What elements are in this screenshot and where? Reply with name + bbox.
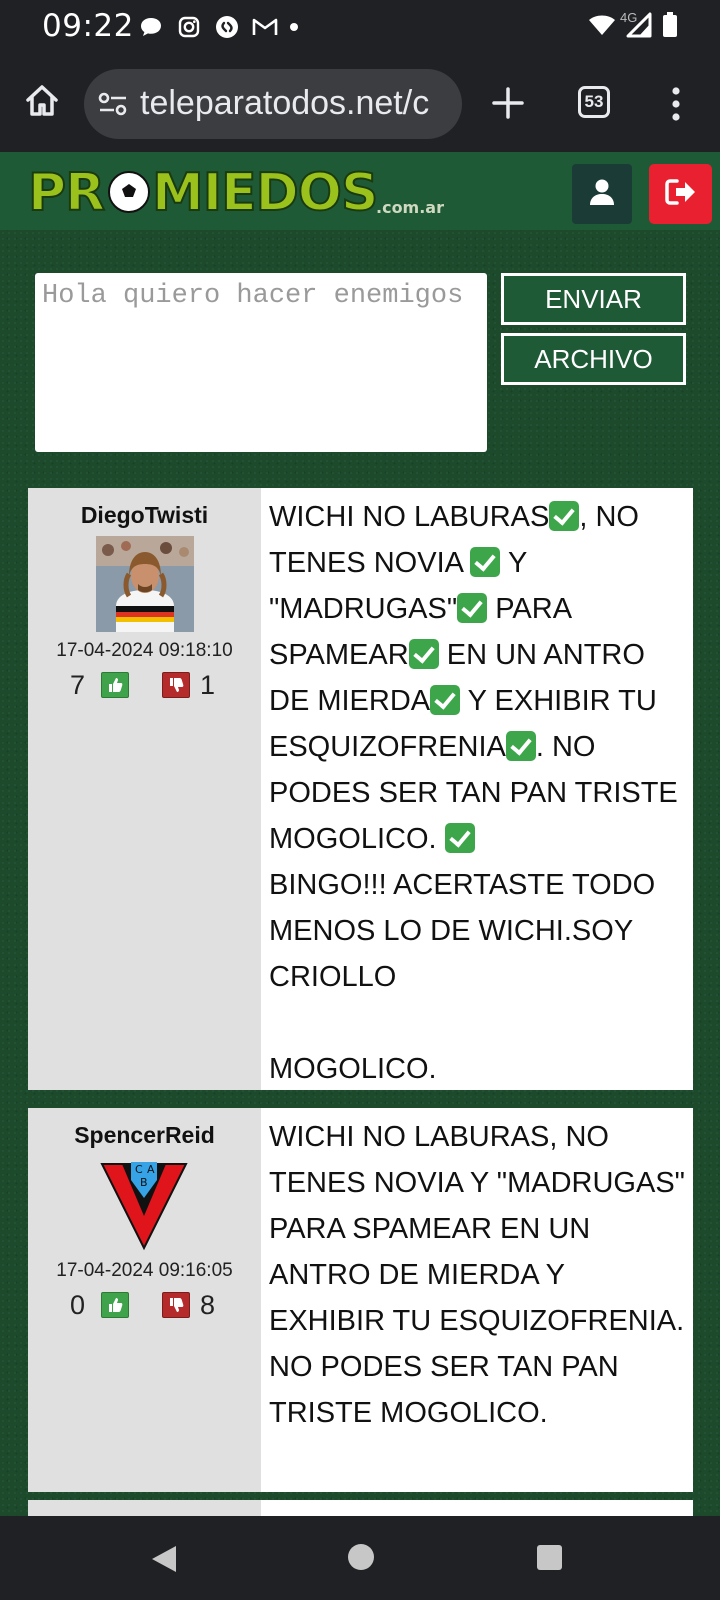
thumbs-down-icon[interactable] [162, 1292, 190, 1318]
check-mark-icon [430, 685, 461, 715]
cab-shield-avatar[interactable]: C A B [98, 1156, 190, 1252]
check-mark-icon [505, 731, 536, 761]
tab-switcher-button[interactable]: 53 [578, 86, 610, 118]
post-username[interactable]: DiegoTwisti [28, 502, 261, 529]
instagram-icon [176, 14, 202, 40]
logout-button[interactable] [649, 164, 712, 224]
user-icon [588, 178, 616, 211]
svg-text:PR: PR [28, 163, 104, 222]
new-tab-icon[interactable] [488, 83, 528, 123]
thumbs-up-icon[interactable] [101, 1292, 129, 1318]
status-bar: 09:22 4G [0, 0, 720, 56]
post-timestamp: 17-04-2024 09:16:05 [56, 1260, 233, 1281]
site-header: PR MIEDOS .com.ar [0, 152, 720, 232]
player-photo-avatar[interactable] [96, 536, 194, 632]
send-button[interactable]: ENVIAR [501, 273, 686, 325]
dislike-count: 1 [200, 670, 216, 700]
post-message [261, 1500, 693, 1516]
dislike-count: 8 [200, 1290, 216, 1320]
network-type-label: 4G [620, 10, 638, 25]
clock: 09:22 [42, 8, 134, 44]
logout-icon [664, 178, 697, 211]
post-username[interactable]: SpencerReid [28, 1122, 261, 1149]
check-mark-icon [470, 547, 501, 577]
post-text: BINGO!!! ACERTASTE TODO MENOS LO DE WICH… [269, 869, 656, 1085]
check-mark-icon [457, 593, 488, 623]
post-message: WICHI NO LABURAS, NO TENES NOVIA Y "MADR… [261, 488, 693, 1090]
chat-post: SpencerReid C A B 17-04-2024 09:16:05 0 … [28, 1108, 693, 1492]
check-mark-icon [444, 823, 475, 853]
address-bar[interactable]: teleparatodos.net/c [84, 69, 462, 139]
home-icon[interactable] [22, 81, 62, 121]
svg-text:MIEDOS: MIEDOS [152, 163, 377, 222]
browser-toolbar: teleparatodos.net/c 53 [0, 56, 720, 152]
shazam-icon [214, 14, 240, 40]
signal-icon: 4G [620, 10, 652, 43]
user-account-button[interactable] [572, 164, 632, 224]
chat-area: ENVIAR ARCHIVO DiegoTwisti 17-04-2024 09… [0, 230, 720, 1516]
shield-letter: A [147, 1163, 155, 1176]
message-bubble-icon [138, 14, 164, 40]
recent-apps-icon[interactable] [537, 1545, 562, 1570]
like-count: 0 [70, 1290, 86, 1320]
check-mark-icon [408, 639, 439, 669]
home-circle-icon[interactable] [348, 1544, 374, 1570]
post-author-panel [28, 1500, 261, 1516]
chat-post: DiegoTwisti 17-04-2024 09:18:10 7 1 WICH… [28, 488, 693, 1090]
message-input[interactable] [35, 273, 487, 452]
chat-post [28, 1500, 693, 1516]
system-navigation-bar [0, 1516, 720, 1600]
thumbs-up-icon[interactable] [101, 672, 129, 698]
url-text[interactable]: teleparatodos.net/c [140, 84, 429, 123]
overflow-menu-icon[interactable] [666, 86, 686, 122]
promiedos-logo[interactable]: PR MIEDOS .com.ar [26, 160, 446, 224]
site-settings-icon[interactable] [98, 91, 128, 117]
gmail-icon [252, 14, 278, 40]
post-timestamp: 17-04-2024 09:18:10 [56, 640, 233, 661]
post-author-panel: SpencerReid C A B 17-04-2024 09:16:05 0 … [28, 1108, 261, 1492]
post-author-panel: DiegoTwisti 17-04-2024 09:18:10 7 1 [28, 488, 261, 1090]
thumbs-down-icon[interactable] [162, 672, 190, 698]
system-icons: 4G [588, 10, 678, 43]
dot-icon [290, 23, 298, 31]
back-icon[interactable] [150, 1544, 178, 1579]
post-message: WICHI NO LABURAS, NO TENES NOVIA Y "MADR… [269, 1121, 694, 1429]
check-mark-icon [549, 501, 580, 531]
svg-text:.com.ar: .com.ar [376, 198, 444, 217]
shield-letter: B [140, 1176, 148, 1189]
notification-icons [138, 14, 298, 40]
shield-letter: C [135, 1163, 143, 1176]
post-text: WICHI NO LABURAS [269, 501, 550, 533]
like-count: 7 [70, 670, 86, 700]
archive-button[interactable]: ARCHIVO [501, 333, 686, 385]
battery-icon [662, 12, 678, 43]
wifi-icon [588, 13, 616, 42]
